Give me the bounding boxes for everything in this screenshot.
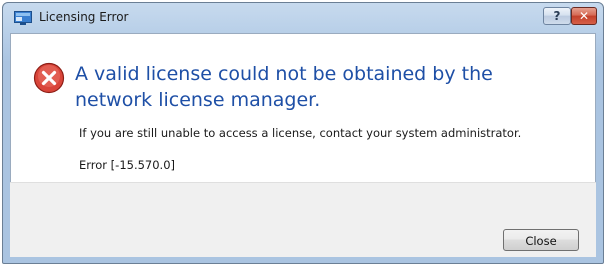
main-instruction: A valid license could not be obtained by… [75,63,493,111]
error-icon [33,62,65,94]
button-footer: Close [10,182,596,257]
window-title: Licensing Error [39,10,129,24]
title-bar[interactable]: Licensing Error ? ✕ [3,3,603,33]
error-code: Error [-15.570.0] [79,158,176,172]
licensing-error-dialog: Licensing Error ? ✕ A valid license coul… [2,2,604,264]
window-close-button[interactable]: ✕ [571,7,597,25]
close-icon: ✕ [578,9,590,23]
help-button[interactable]: ? [543,7,571,25]
help-icon: ? [553,9,561,23]
detail-text: If you are still unable to access a lice… [79,126,522,140]
close-button[interactable]: Close [503,229,579,251]
application-window-icon [14,11,32,25]
